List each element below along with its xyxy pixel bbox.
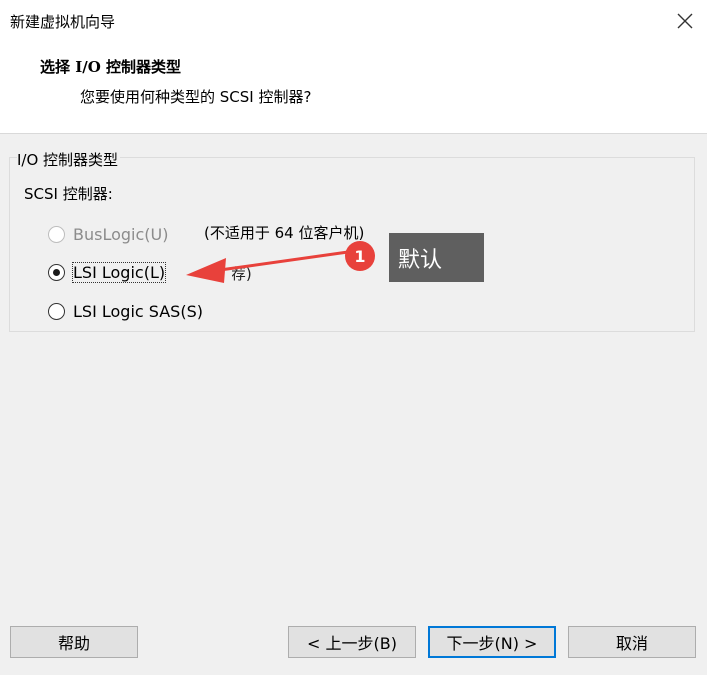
radio-button-lsi-logic[interactable]	[48, 264, 65, 281]
radio-selected-dot	[52, 268, 60, 276]
page-subheading: 您要使用何种类型的 SCSI 控制器?	[80, 88, 312, 106]
help-button[interactable]: 帮助	[10, 626, 138, 658]
radio-lsi-logic-sas[interactable]: LSI Logic SAS(S)	[48, 302, 203, 321]
window-title: 新建虚拟机向导	[10, 13, 116, 31]
annotation-tooltip: 默认	[389, 233, 484, 282]
buslogic-note: (不适用于 64 位客户机)	[204, 224, 365, 242]
page-heading: 选择 I/O 控制器类型	[40, 58, 182, 76]
radio-label-buslogic: BusLogic(U)	[73, 225, 169, 244]
radio-buslogic: BusLogic(U)	[48, 225, 168, 244]
next-button[interactable]: 下一步(N) >	[428, 626, 556, 658]
radio-button-buslogic	[48, 226, 65, 243]
radio-button-lsi-logic-sas[interactable]	[48, 303, 65, 320]
close-icon	[677, 13, 693, 29]
cancel-button[interactable]: 取消	[568, 626, 696, 658]
annotation-badge: 1	[345, 241, 375, 271]
close-button[interactable]	[670, 6, 700, 36]
wizard-header: 新建虚拟机向导 选择 I/O 控制器类型 您要使用何种类型的 SCSI 控制器?	[0, 0, 707, 134]
radio-lsi-logic[interactable]: LSI Logic(L)	[48, 262, 167, 283]
back-button[interactable]: < 上一步(B)	[288, 626, 416, 658]
radio-label-lsi-logic[interactable]: LSI Logic(L)	[71, 262, 167, 283]
group-legend: I/O 控制器类型	[17, 149, 121, 170]
radio-label-lsi-logic-sas[interactable]: LSI Logic SAS(S)	[73, 302, 203, 321]
scsi-controller-label: SCSI 控制器:	[24, 185, 113, 203]
